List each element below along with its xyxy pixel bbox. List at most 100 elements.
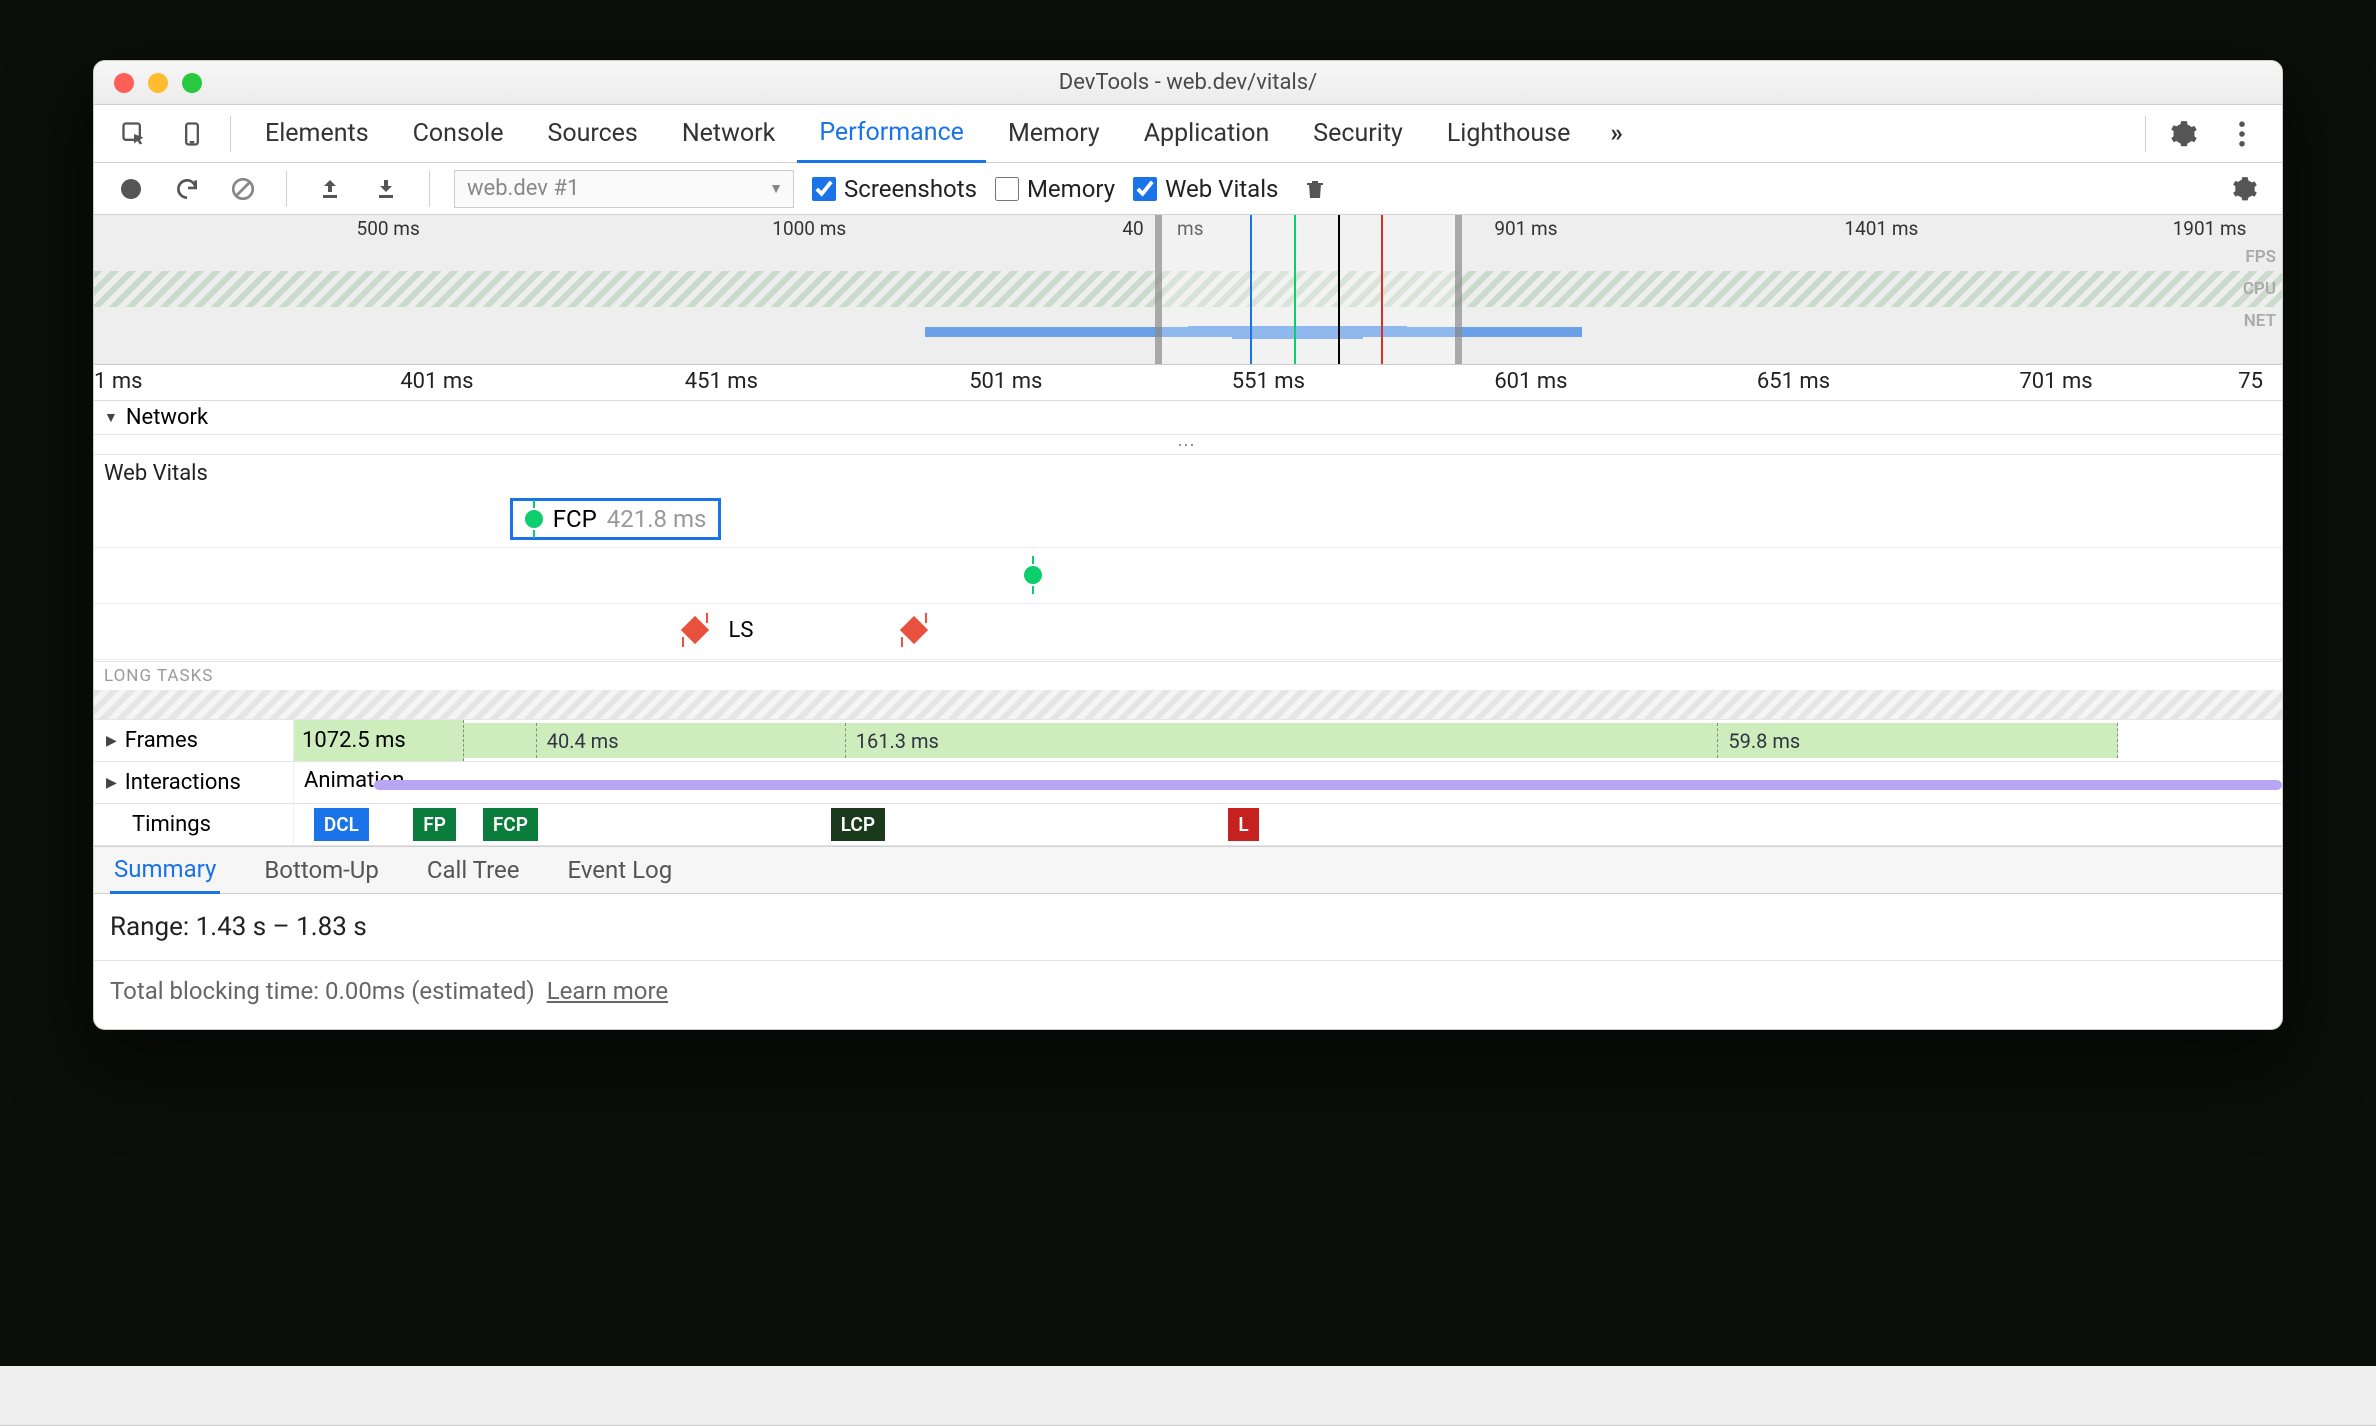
vitals-marker[interactable] xyxy=(1024,566,1042,584)
record-button[interactable] xyxy=(112,170,150,208)
ruler-tick: 451 ms xyxy=(685,369,758,394)
frame-block[interactable] xyxy=(464,723,537,758)
save-profile-button[interactable] xyxy=(367,170,405,208)
tab-performance[interactable]: Performance xyxy=(797,105,986,163)
clear-button[interactable] xyxy=(224,170,262,208)
capture-settings-icon[interactable] xyxy=(2226,170,2264,208)
frame-block[interactable]: 59.8 ms xyxy=(1718,723,2118,758)
tab-elements[interactable]: Elements xyxy=(243,105,391,163)
session-label: web.dev #1 xyxy=(467,176,579,201)
details-tab-call-tree[interactable]: Call Tree xyxy=(423,846,524,894)
network-section-header[interactable]: ▼ Network xyxy=(94,401,2282,435)
ruler-tick: 651 ms xyxy=(1757,369,1830,394)
separator xyxy=(429,171,430,207)
close-icon[interactable] xyxy=(114,73,134,93)
overview-tick: 1401 ms xyxy=(1844,217,1918,240)
details-tab-summary[interactable]: Summary xyxy=(110,846,220,894)
separator xyxy=(286,171,287,207)
maximize-icon[interactable] xyxy=(182,73,202,93)
timing-dcl[interactable]: DCL xyxy=(314,808,369,841)
web-vitals-header[interactable]: Web Vitals xyxy=(94,455,2282,492)
frame-block[interactable]: 1072.5 ms xyxy=(294,720,464,761)
overview-tick: 1901 ms xyxy=(2173,217,2247,240)
disclosure-triangle-icon: ▶ xyxy=(106,775,117,791)
timeline-overview[interactable]: 500 ms1000 ms40ms901 ms1401 ms1901 ms FP… xyxy=(94,215,2282,365)
frame-block[interactable]: 40.4 ms xyxy=(537,723,846,758)
long-tasks-lane xyxy=(94,690,2282,720)
overview-labels: FPS CPU NET xyxy=(2243,241,2276,337)
disclosure-triangle-icon: ▼ xyxy=(104,409,118,426)
reload-button[interactable] xyxy=(168,170,206,208)
ruler-tick: 401 ms xyxy=(400,369,473,394)
timings-label: Timings xyxy=(132,812,211,837)
separator xyxy=(2145,116,2146,152)
layout-shift-marker[interactable] xyxy=(681,616,709,644)
frames-track[interactable]: ▶ Frames 1072.5 ms 40.4 ms161.3 ms59.8 ms xyxy=(94,720,2282,762)
tab-memory[interactable]: Memory xyxy=(986,105,1122,163)
tab-console[interactable]: Console xyxy=(391,105,526,163)
titlebar: DevTools - web.dev/vitals/ xyxy=(94,61,2282,105)
kebab-menu-icon[interactable] xyxy=(2216,108,2268,160)
tab-network[interactable]: Network xyxy=(660,105,797,163)
footer: Total blocking time: 0.00ms (estimated) … xyxy=(94,961,2282,1029)
layout-shift-marker[interactable] xyxy=(899,616,927,644)
web-vitals-section: Web Vitals FCP 421.8 ms LS LONG TASKS xyxy=(94,455,2282,720)
tab-application[interactable]: Application xyxy=(1122,105,1292,163)
details-tab-bottom-up[interactable]: Bottom-Up xyxy=(260,846,383,894)
memory-checkbox[interactable]: Memory xyxy=(995,175,1115,203)
learn-more-link[interactable]: Learn more xyxy=(547,977,668,1005)
overview-tick: 500 ms xyxy=(357,217,420,240)
ruler-tick: 1 ms xyxy=(94,369,142,394)
webvitals-checkbox[interactable]: Web Vitals xyxy=(1133,175,1278,203)
network-label: Network xyxy=(126,405,208,430)
delete-button[interactable] xyxy=(1296,170,1334,208)
window-title: DevTools - web.dev/vitals/ xyxy=(94,70,2282,95)
frames-label: Frames xyxy=(125,728,198,753)
tab-sources[interactable]: Sources xyxy=(525,105,659,163)
long-tasks-header: LONG TASKS xyxy=(94,662,2282,690)
frame-block[interactable]: 161.3 ms xyxy=(846,723,1719,758)
disclosure-triangle-icon: ▶ xyxy=(106,733,117,749)
load-profile-button[interactable] xyxy=(311,170,349,208)
ruler-tick: 75 xyxy=(2238,369,2263,394)
screenshots-checkbox[interactable]: Screenshots xyxy=(812,175,977,203)
good-dot-icon xyxy=(525,510,543,528)
time-ruler[interactable]: 1 ms 401 ms 451 ms 501 ms 551 ms 601 ms 651 ms… xyxy=(94,365,2282,401)
animation-bar[interactable] xyxy=(374,780,2282,790)
panel-tabs: ElementsConsoleSourcesNetworkPerformance… xyxy=(94,105,2282,163)
details-tabs: Summary Bottom-Up Call Tree Event Log xyxy=(94,846,2282,894)
interactions-label: Interactions xyxy=(125,770,241,795)
overview-tick: 40 xyxy=(1122,217,1143,240)
tab-security[interactable]: Security xyxy=(1291,105,1425,163)
overview-brush[interactable] xyxy=(1155,215,1461,364)
overview-tick: 1000 ms xyxy=(772,217,846,240)
overview-tick: 901 ms xyxy=(1494,217,1557,240)
timing-fp[interactable]: FP xyxy=(413,808,456,841)
window-controls xyxy=(94,73,202,93)
timing-l[interactable]: L xyxy=(1228,808,1258,841)
ruler-tick: 551 ms xyxy=(1232,369,1305,394)
minimize-icon[interactable] xyxy=(148,73,168,93)
more-tabs-button[interactable]: » xyxy=(1598,105,1635,163)
details-tab-event-log[interactable]: Event Log xyxy=(563,846,676,894)
timings-track[interactable]: Timings DCL FP FCP LCP L xyxy=(94,804,2282,846)
collapsed-indicator[interactable]: ⋯ xyxy=(94,435,2282,455)
fcp-label: FCP xyxy=(553,505,597,533)
summary-range: Range: 1.43 s – 1.83 s xyxy=(94,894,2282,961)
interactions-track[interactable]: ▶Interactions Animation xyxy=(94,762,2282,804)
device-toggle-icon[interactable] xyxy=(166,108,218,160)
inspect-icon[interactable] xyxy=(108,108,160,160)
tab-lighthouse[interactable]: Lighthouse xyxy=(1425,105,1593,163)
timing-lcp[interactable]: LCP xyxy=(831,808,885,841)
ruler-tick: 501 ms xyxy=(969,369,1042,394)
ls-label: LS xyxy=(729,618,754,643)
ruler-tick: 601 ms xyxy=(1494,369,1567,394)
performance-toolbar: web.dev #1 Screenshots Memory Web Vitals xyxy=(94,163,2282,215)
settings-icon[interactable] xyxy=(2158,108,2210,160)
timing-fcp[interactable]: FCP xyxy=(483,808,538,841)
fcp-value: 421.8 ms xyxy=(607,505,707,533)
separator xyxy=(230,116,231,152)
fcp-marker[interactable]: FCP 421.8 ms xyxy=(510,498,722,540)
session-select[interactable]: web.dev #1 xyxy=(454,170,794,208)
blocking-time-text: Total blocking time: 0.00ms (estimated) xyxy=(110,977,535,1005)
